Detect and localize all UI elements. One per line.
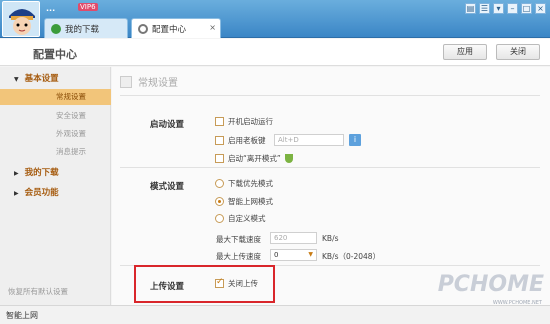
radio-label: 智能上网模式 (228, 197, 273, 206)
minimize-icon[interactable]: – (507, 3, 518, 14)
username: ... (46, 4, 56, 13)
page-header: 配置中心 应用 关闭 (0, 39, 550, 66)
sidebar-item-appearance[interactable]: 外观设置 (0, 126, 111, 142)
sidebar-group-downloads[interactable]: ▶ 我的下载 (14, 166, 59, 178)
mode-label: 模式设置 (150, 182, 185, 192)
chevron-down-icon[interactable]: ▼ (308, 250, 313, 260)
triangle-right-icon: ▶ (14, 190, 19, 197)
status-text: 智能上网 (6, 311, 38, 320)
section-title: 常规设置 (120, 74, 178, 89)
radio[interactable] (215, 197, 224, 206)
tab-close-icon[interactable]: × (209, 23, 216, 32)
tab-config-center[interactable]: 配置中心 × (131, 18, 221, 38)
apply-button[interactable]: 应用 (443, 44, 487, 60)
info-icon[interactable]: i (349, 134, 361, 146)
checkbox[interactable] (215, 154, 224, 163)
max-download-label: 最大下载速度 (216, 235, 261, 244)
sidebar-item-security[interactable]: 安全设置 (0, 108, 111, 124)
skin-icon[interactable]: ▤ (465, 3, 476, 14)
sidebar-group-member[interactable]: ▶ 会员功能 (14, 186, 59, 198)
tab-label: 我的下载 (65, 24, 100, 35)
tab-my-downloads[interactable]: 我的下载 (44, 18, 128, 38)
divider (120, 95, 540, 96)
avatar-image (3, 2, 39, 36)
page-title: 配置中心 (33, 48, 77, 61)
checkbox[interactable] (215, 136, 224, 145)
radio-custom[interactable]: 自定义模式 (215, 213, 266, 224)
boss-key-input[interactable]: Alt+D (274, 134, 344, 146)
restore-defaults-link[interactable]: 恢复所有默认设置 (8, 286, 68, 297)
radio-label: 自定义模式 (228, 214, 266, 223)
checkbox[interactable] (215, 117, 224, 126)
max-upload-label: 最大上传速度 (216, 252, 261, 261)
radio-label: 下载优先模式 (228, 179, 273, 188)
sidebar-item-general[interactable]: 常规设置 (0, 89, 111, 105)
upload-range: KB/s（0-2048） (322, 252, 381, 261)
title-bar: ... VIP6 ▤ ☰ ▾ – □ × 我的下载 配置中心 × (0, 0, 550, 38)
sidebar-item-notification[interactable]: 消息提示 (0, 144, 111, 160)
divider (120, 167, 540, 168)
sidebar-group-label: 会员功能 (24, 188, 59, 198)
checkbox-label: 启动“离开模式” (228, 154, 281, 163)
startup-label: 启动设置 (150, 120, 185, 130)
highlight-box (134, 265, 275, 303)
boss-key-checkbox[interactable]: 启用老板键 (215, 135, 266, 146)
close-icon[interactable]: × (535, 3, 546, 14)
autostart-checkbox[interactable]: 开机启动运行 (215, 116, 273, 127)
checkbox-label: 启用老板键 (228, 136, 266, 145)
sidebar-group-label: 我的下载 (24, 168, 59, 178)
vip-badge: VIP6 (78, 3, 98, 11)
checkbox-label: 开机启动运行 (228, 117, 273, 126)
close-button[interactable]: 关闭 (496, 44, 540, 60)
radio-smart-browsing[interactable]: 智能上网模式 (215, 196, 273, 207)
menu-icon[interactable]: ☰ (479, 3, 490, 14)
settings-list-icon (120, 75, 132, 88)
download-icon (51, 23, 61, 34)
sidebar-group-basic[interactable]: ▼ 基本设置 (14, 72, 59, 84)
select-value: 0 (274, 251, 279, 259)
gear-icon (138, 23, 148, 34)
radio-download-priority[interactable]: 下载优先模式 (215, 178, 273, 189)
shield-icon (284, 154, 293, 163)
radio[interactable] (215, 214, 224, 223)
window-controls: ▤ ☰ ▾ – □ × (465, 3, 546, 14)
status-bar: 智能上网 (0, 305, 550, 324)
tab-label: 配置中心 (152, 24, 187, 35)
max-download-input[interactable]: 620 (270, 232, 317, 244)
sidebar-group-label: 基本设置 (24, 74, 59, 84)
max-upload-select[interactable]: 0 ▼ (270, 249, 317, 261)
download-unit: KB/s (322, 234, 339, 243)
section-title-text: 常规设置 (138, 78, 178, 89)
triangle-right-icon: ▶ (14, 170, 19, 177)
leave-mode-checkbox[interactable]: 启动“离开模式” (215, 153, 293, 164)
watermark: PCHOME (437, 272, 544, 297)
maximize-icon[interactable]: □ (521, 3, 532, 14)
triangle-down-icon: ▼ (14, 76, 19, 83)
avatar[interactable] (2, 1, 40, 37)
radio[interactable] (215, 179, 224, 188)
tshirt-icon[interactable]: ▾ (493, 3, 504, 14)
sidebar: ▼ 基本设置 常规设置 安全设置 外观设置 消息提示 ▶ 我的下载 ▶ 会员功能 恢复… (0, 67, 111, 305)
